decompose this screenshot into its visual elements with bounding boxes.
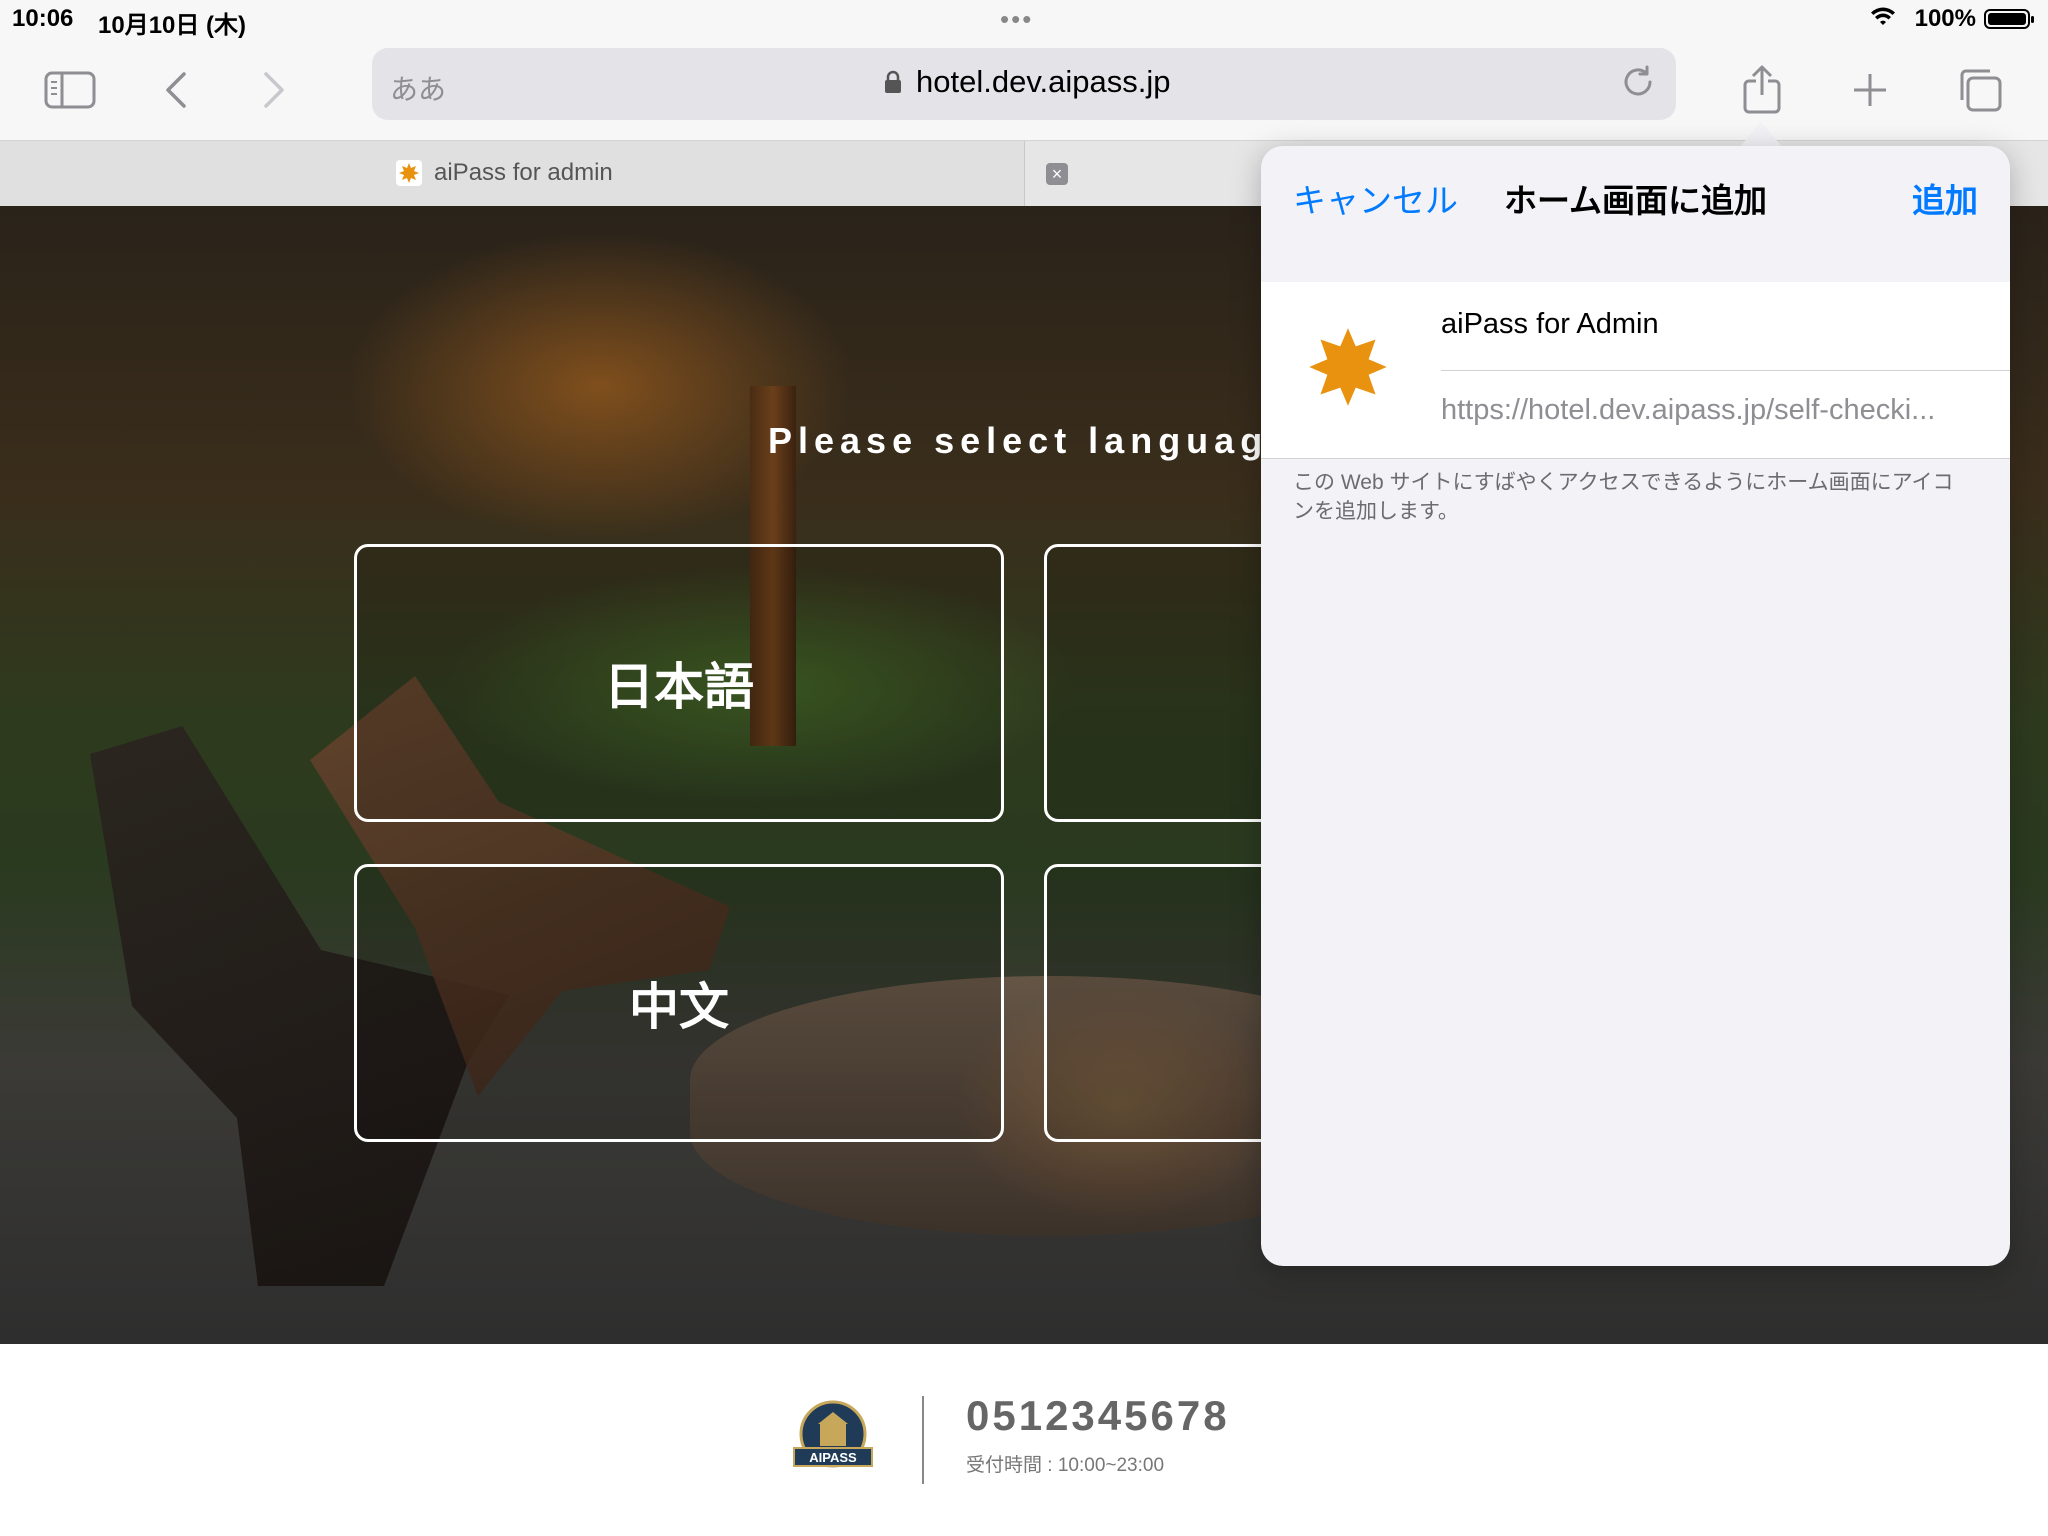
battery-icon bbox=[1984, 9, 2034, 29]
footer-phone: 0512345678 bbox=[966, 1392, 1230, 1439]
tab-title: aiPass for admin bbox=[434, 159, 613, 186]
language-button-chinese[interactable]: 中文 bbox=[354, 864, 1004, 1142]
wifi-icon bbox=[1870, 6, 1896, 35]
bookmark-card: aiPass for Admin https://hotel.dev.aipas… bbox=[1261, 282, 2010, 459]
add-button[interactable]: 追加 bbox=[1912, 174, 1978, 222]
cancel-button[interactable]: キャンセル bbox=[1293, 174, 1458, 222]
sheet-header: ホーム画面に追加 キャンセル 追加 bbox=[1261, 146, 2010, 283]
back-chevron-icon[interactable] bbox=[148, 62, 204, 118]
sunburst-favicon-icon bbox=[396, 160, 422, 186]
multitasking-dots[interactable]: ••• bbox=[1000, 4, 1033, 35]
tab-aipass-admin[interactable]: aiPass for admin bbox=[0, 141, 1025, 207]
language-button-japanese[interactable]: 日本語 bbox=[354, 544, 1004, 822]
sunburst-app-icon bbox=[1305, 324, 1391, 410]
tab-close-icon[interactable]: × bbox=[1046, 163, 1068, 185]
language-prompt: Please select language bbox=[768, 420, 1295, 461]
status-date: 10月10日 (木) bbox=[98, 12, 247, 39]
footer-hours: 受付時間 : 10:00~23:00 bbox=[966, 1455, 1165, 1476]
plus-icon[interactable] bbox=[1842, 62, 1898, 118]
card-separator bbox=[1441, 370, 2010, 371]
svg-text:AIPASS: AIPASS bbox=[809, 1450, 857, 1465]
sheet-note: この Web サイトにすばやくアクセスできるようにホーム画面にアイコンを追加しま… bbox=[1293, 471, 1954, 523]
footer-divider bbox=[922, 1396, 924, 1484]
forward-chevron-icon[interactable] bbox=[246, 62, 302, 118]
status-time: 10:06 bbox=[12, 5, 74, 32]
battery-percent: 100% bbox=[1914, 5, 1976, 32]
reload-icon[interactable] bbox=[1620, 64, 1656, 105]
address-bar[interactable]: ああ hotel.dev.aipass.jp bbox=[372, 48, 1676, 120]
tabs-icon[interactable] bbox=[1952, 62, 2008, 118]
sidebar-icon[interactable] bbox=[42, 62, 98, 118]
app-name-field[interactable]: aiPass for Admin bbox=[1441, 308, 1659, 341]
page-footer: AIPASS 0512345678 受付時間 : 10:00~23:00 bbox=[0, 1344, 2048, 1536]
status-bar: 10:06 10月10日 (木) ••• 100% bbox=[0, 0, 2048, 40]
share-icon[interactable] bbox=[1734, 62, 1790, 118]
add-to-home-sheet: ホーム画面に追加 キャンセル 追加 aiPass for Admin https… bbox=[1261, 146, 2010, 1266]
url-text: hotel.dev.aipass.jp bbox=[916, 64, 1171, 99]
text-size-button[interactable]: ああ bbox=[390, 68, 446, 108]
aipass-logo: AIPASS bbox=[790, 1396, 876, 1482]
sheet-arrow bbox=[1739, 122, 1783, 148]
app-url-text: https://hotel.dev.aipass.jp/self-checki.… bbox=[1441, 394, 1936, 426]
lock-icon bbox=[884, 70, 902, 99]
